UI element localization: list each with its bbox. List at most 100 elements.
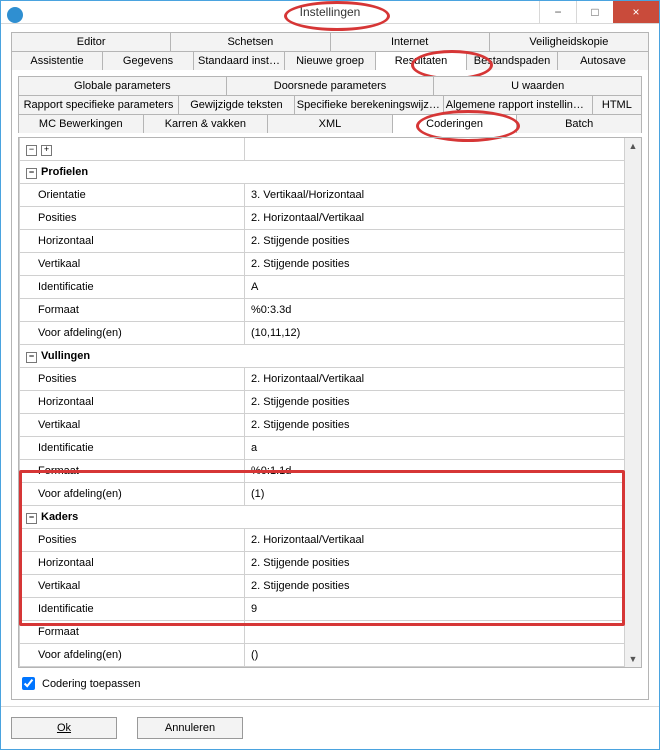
tab-bestandspaden[interactable]: Bestandspaden bbox=[467, 51, 558, 70]
group-header: Vullingen bbox=[41, 350, 90, 362]
expand-all-icon[interactable]: + bbox=[41, 145, 52, 156]
property-name: Posities bbox=[20, 529, 245, 552]
app-icon bbox=[7, 7, 23, 23]
tab-specifieke-berekeningswijzen[interactable]: Specifieke berekeningswijzen bbox=[295, 95, 444, 114]
property-name: Identificatie bbox=[20, 276, 245, 299]
property-value[interactable]: A bbox=[245, 276, 625, 299]
client-area: Editor Schetsen Internet Veiligheidskopi… bbox=[1, 24, 659, 706]
property-value[interactable]: %0:1.1d bbox=[245, 460, 625, 483]
property-name: Formaat bbox=[20, 621, 245, 644]
tab-karren-vakken[interactable]: Karren & vakken bbox=[144, 114, 269, 133]
cancel-button[interactable]: Annuleren bbox=[137, 717, 243, 739]
tab-doorsnede-parameters[interactable]: Doorsnede parameters bbox=[227, 76, 435, 95]
table-row[interactable]: Orientatie3. Vertikaal/Horizontaal bbox=[20, 184, 625, 207]
table-row[interactable]: Formaat%0:1.1d bbox=[20, 460, 625, 483]
tab-globale-parameters[interactable]: Globale parameters bbox=[18, 76, 227, 95]
tab-mc-bewerkingen[interactable]: MC Bewerkingen bbox=[18, 114, 144, 133]
tab-u-waarden[interactable]: U waarden bbox=[434, 76, 642, 95]
maximize-button[interactable]: □ bbox=[576, 1, 613, 23]
tab-xml[interactable]: XML bbox=[268, 114, 393, 133]
group-header: Kaders bbox=[41, 511, 78, 523]
table-row[interactable]: Vertikaal2. Stijgende posities bbox=[20, 575, 625, 598]
property-value[interactable]: 2. Horizontaal/Vertikaal bbox=[245, 368, 625, 391]
property-value[interactable]: 2. Stijgende posities bbox=[245, 391, 625, 414]
property-value[interactable]: 2. Stijgende posities bbox=[245, 414, 625, 437]
resultaten-panel: Globale parameters Doorsnede parameters … bbox=[11, 70, 649, 700]
minimize-button[interactable]: − bbox=[539, 1, 576, 23]
property-value[interactable]: () bbox=[245, 644, 625, 667]
close-button[interactable]: × bbox=[613, 1, 659, 23]
property-value[interactable]: 2. Stijgende posities bbox=[245, 575, 625, 598]
table-row[interactable]: Voor afdeling(en)(10,11,12) bbox=[20, 322, 625, 345]
apply-coding-checkbox[interactable] bbox=[22, 677, 35, 690]
property-value[interactable]: 2. Stijgende posities bbox=[245, 253, 625, 276]
property-name: Orientatie bbox=[20, 184, 245, 207]
table-row[interactable]: Horizontaal2. Stijgende posities bbox=[20, 552, 625, 575]
property-value[interactable]: %0:3.3d bbox=[245, 299, 625, 322]
property-value[interactable]: 2. Horizontaal/Vertikaal bbox=[245, 207, 625, 230]
tab-editor[interactable]: Editor bbox=[11, 32, 171, 51]
vertical-scrollbar[interactable]: ▲ ▼ bbox=[624, 138, 641, 667]
property-value[interactable]: a bbox=[245, 437, 625, 460]
group-toggle-icon[interactable]: − bbox=[26, 168, 37, 179]
tab-nieuwe-groep[interactable]: Nieuwe groep bbox=[285, 51, 376, 70]
property-name: Formaat bbox=[20, 460, 245, 483]
property-name: Horizontaal bbox=[20, 230, 245, 253]
group-toggle-icon[interactable]: − bbox=[26, 352, 37, 363]
property-grid: −+−ProfielenOrientatie3. Vertikaal/Horiz… bbox=[19, 138, 625, 667]
property-value[interactable]: 9 bbox=[245, 598, 625, 621]
tab-html[interactable]: HTML bbox=[593, 95, 642, 114]
tab-row-3: Globale parameters Doorsnede parameters … bbox=[18, 76, 642, 95]
property-value[interactable]: 2. Stijgende posities bbox=[245, 230, 625, 253]
property-name: Voor afdeling(en) bbox=[20, 483, 245, 506]
table-row[interactable]: Vertikaal2. Stijgende posities bbox=[20, 414, 625, 437]
property-value[interactable]: 3. Vertikaal/Horizontaal bbox=[245, 184, 625, 207]
property-grid-wrap: ▲ ▼ −+−ProfielenOrientatie3. Vertikaal/H… bbox=[18, 137, 642, 668]
tab-assistentie[interactable]: Assistentie bbox=[11, 51, 103, 70]
table-row[interactable]: Identificatiea bbox=[20, 437, 625, 460]
group-toggle-icon[interactable]: − bbox=[26, 513, 37, 524]
table-row[interactable]: Posities2. Horizontaal/Vertikaal bbox=[20, 368, 625, 391]
ok-label: Ok bbox=[57, 722, 71, 734]
scroll-up-icon[interactable]: ▲ bbox=[625, 138, 641, 154]
table-row[interactable]: Horizontaal2. Stijgende posities bbox=[20, 391, 625, 414]
table-row[interactable]: Formaat bbox=[20, 621, 625, 644]
table-row[interactable]: Voor afdeling(en)(1) bbox=[20, 483, 625, 506]
tab-autosave[interactable]: Autosave bbox=[558, 51, 649, 70]
property-value[interactable]: 2. Stijgende posities bbox=[245, 552, 625, 575]
tab-batch[interactable]: Batch bbox=[517, 114, 642, 133]
tab-coderingen[interactable]: Coderingen bbox=[393, 114, 518, 133]
property-value[interactable]: 2. Horizontaal/Vertikaal bbox=[245, 529, 625, 552]
table-row[interactable]: Posities2. Horizontaal/Vertikaal bbox=[20, 207, 625, 230]
tab-row-2: Assistentie Gegevens Standaard instellin… bbox=[11, 51, 649, 70]
tab-standaard-instellingen[interactable]: Standaard instellingen bbox=[194, 51, 285, 70]
tab-rapport-specifieke-parameters[interactable]: Rapport specifieke parameters bbox=[18, 95, 179, 114]
property-name: Horizontaal bbox=[20, 552, 245, 575]
table-row[interactable]: Horizontaal2. Stijgende posities bbox=[20, 230, 625, 253]
apply-coding-row: Codering toepassen bbox=[18, 674, 642, 693]
table-row[interactable]: IdentificatieA bbox=[20, 276, 625, 299]
table-row[interactable]: Vertikaal2. Stijgende posities bbox=[20, 253, 625, 276]
tab-resultaten[interactable]: Resultaten bbox=[376, 51, 467, 70]
ok-button[interactable]: Ok bbox=[11, 717, 117, 739]
property-name: Vertikaal bbox=[20, 253, 245, 276]
apply-coding-label[interactable]: Codering toepassen bbox=[42, 678, 140, 690]
tab-internet[interactable]: Internet bbox=[331, 32, 490, 51]
table-row[interactable]: Formaat%0:3.3d bbox=[20, 299, 625, 322]
tab-algemene-rapport-instellingen[interactable]: Algemene rapport instellingen bbox=[444, 95, 593, 114]
collapse-all-icon[interactable]: − bbox=[26, 145, 37, 156]
tab-schetsen[interactable]: Schetsen bbox=[171, 32, 330, 51]
titlebar: Instellingen − □ × bbox=[1, 1, 659, 24]
table-row[interactable]: Identificatie9 bbox=[20, 598, 625, 621]
window-title: Instellingen bbox=[300, 5, 361, 19]
scroll-down-icon[interactable]: ▼ bbox=[625, 651, 641, 667]
table-row[interactable]: Voor afdeling(en)() bbox=[20, 644, 625, 667]
tab-gegevens[interactable]: Gegevens bbox=[103, 51, 194, 70]
table-row[interactable]: Posities2. Horizontaal/Vertikaal bbox=[20, 529, 625, 552]
property-value[interactable]: (10,11,12) bbox=[245, 322, 625, 345]
property-value[interactable]: (1) bbox=[245, 483, 625, 506]
tab-gewijzigde-teksten[interactable]: Gewijzigde teksten bbox=[179, 95, 295, 114]
tab-veiligheidskopie[interactable]: Veiligheidskopie bbox=[490, 32, 649, 51]
property-value[interactable] bbox=[245, 621, 625, 644]
tab-row-1: Editor Schetsen Internet Veiligheidskopi… bbox=[11, 32, 649, 51]
